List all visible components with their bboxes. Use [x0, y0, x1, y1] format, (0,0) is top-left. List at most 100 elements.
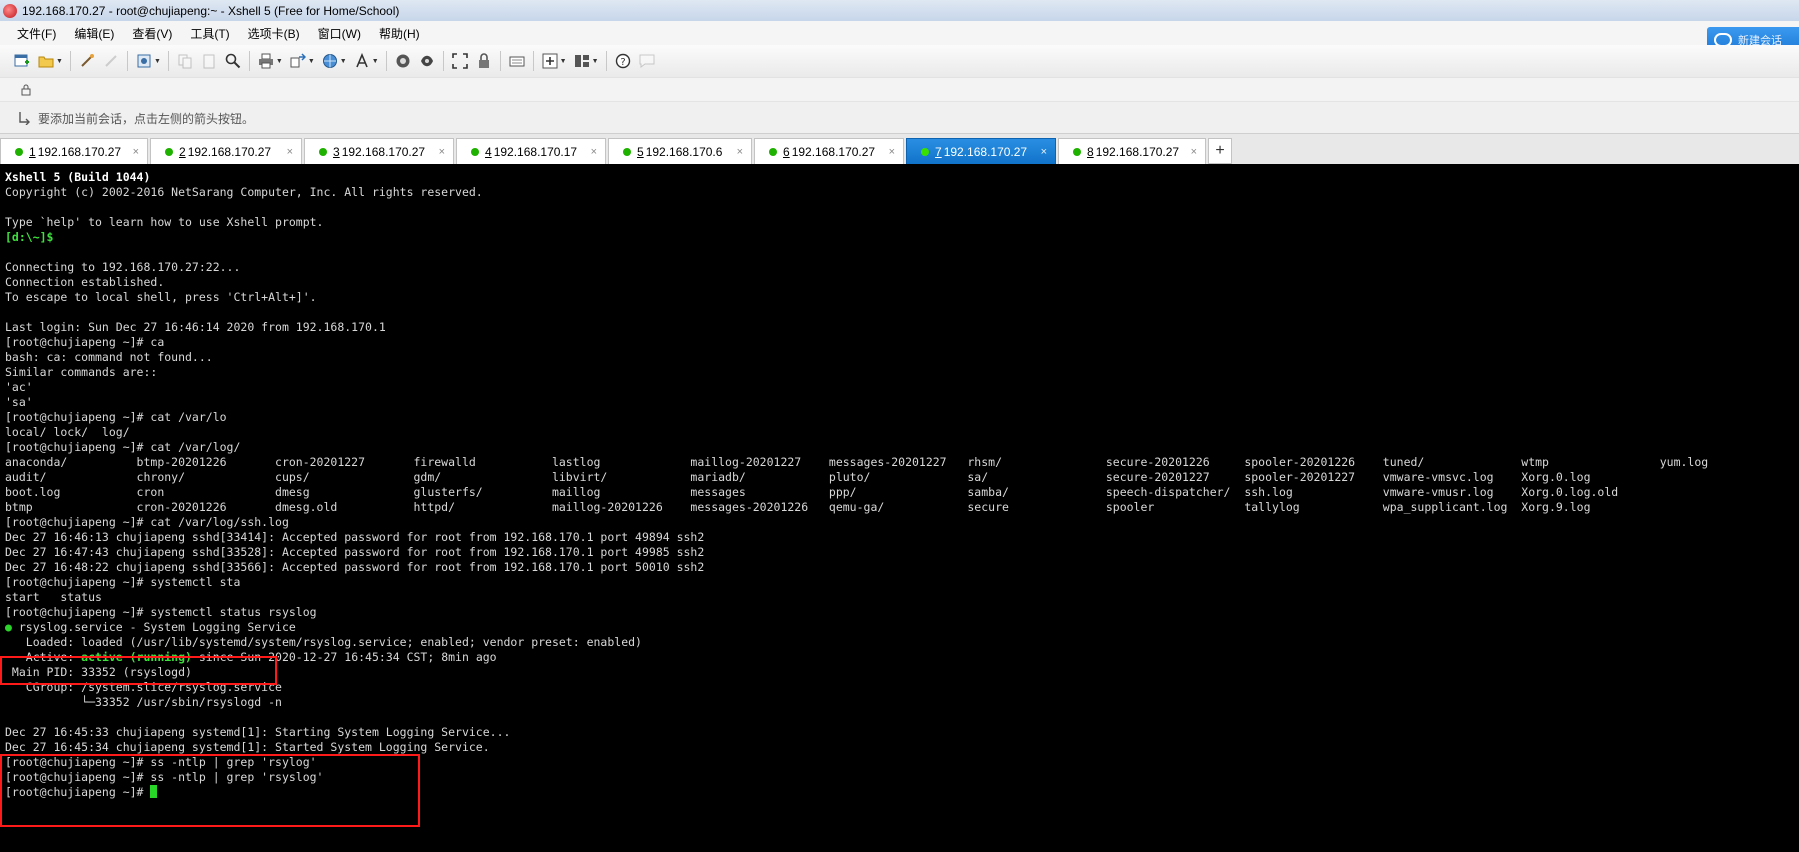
terminal-line: Dec 27 16:45:33 chujiapeng systemd[1]: S… [5, 725, 511, 739]
svg-text:?: ? [620, 57, 625, 68]
terminal[interactable]: Xshell 5 (Build 1044) Copyright (c) 2002… [0, 164, 1799, 852]
terminal-line: Copyright (c) 2002-2016 NetSarang Comput… [5, 185, 483, 199]
terminal-line: 'sa' [5, 395, 33, 409]
connected-status-icon [165, 148, 173, 156]
copy-icon[interactable] [176, 52, 194, 70]
title-bar: 192.168.170.27 - root@chujiapeng:~ - Xsh… [0, 0, 1799, 21]
new-tab-button[interactable]: + [1208, 138, 1232, 164]
close-icon[interactable]: × [287, 146, 293, 158]
close-icon[interactable]: × [591, 146, 597, 158]
terminal-line: anaconda/ btmp-20201226 cron-20201227 fi… [5, 455, 1709, 469]
tab-session-2[interactable]: 2 192.168.170.27 × [150, 138, 302, 165]
terminal-line: [root@chujiapeng ~]# cat /var/log/ssh.lo… [5, 515, 289, 529]
toolbar-divider [385, 51, 387, 71]
toolbar-divider [532, 51, 534, 71]
tab-session-3[interactable]: 3 192.168.170.27 × [304, 138, 454, 165]
transfer-icon[interactable] [289, 52, 307, 70]
terminal-line: Connecting to 192.168.170.27:22... [5, 260, 241, 274]
close-icon[interactable]: × [889, 146, 895, 158]
terminal-line: local/ lock/ log/ [5, 425, 130, 439]
chevron-down-icon[interactable]: ▼ [154, 58, 161, 65]
add-button-icon[interactable] [541, 52, 559, 70]
connected-status-icon [623, 148, 631, 156]
terminal-line: Dec 27 16:48:22 chujiapeng sshd[33566]: … [5, 560, 705, 574]
toolbar-divider [605, 51, 607, 71]
close-icon[interactable]: × [1041, 146, 1047, 158]
terminal-line: [root@chujiapeng ~]# cat /var/log/ [5, 440, 241, 454]
menu-window[interactable]: 窗口(W) [309, 25, 370, 42]
service-status-dot-icon: ● [5, 620, 12, 634]
lock-icon[interactable] [475, 52, 493, 70]
connected-status-icon [1073, 148, 1081, 156]
paste-icon[interactable] [200, 52, 218, 70]
globe-icon[interactable] [321, 52, 339, 70]
terminal-line: rsyslog.service - System Logging Service [11, 620, 296, 634]
local-prompt: [d:\~]$ [5, 230, 54, 244]
terminal-line: btmp cron-20201226 dmesg.old httpd/ mail… [5, 500, 1591, 514]
terminal-line: To escape to local shell, press 'Ctrl+Al… [5, 290, 317, 304]
chevron-down-icon[interactable]: ▼ [56, 58, 63, 65]
menu-bar: 文件(F) 编辑(E) 查看(V) 工具(T) 选项卡(B) 窗口(W) 帮助(… [0, 21, 1799, 45]
tab-session-6[interactable]: 6 192.168.170.27 × [754, 138, 904, 165]
font-icon[interactable] [353, 52, 371, 70]
chevron-down-icon[interactable]: ▼ [560, 58, 567, 65]
chevron-down-icon[interactable]: ▼ [276, 58, 283, 65]
toolbar-divider [248, 51, 250, 71]
menu-help[interactable]: 帮助(H) [370, 25, 429, 42]
terminal-line: [root@chujiapeng ~]# cat /var/lo [5, 410, 227, 424]
tab-session-1[interactable]: 1 192.168.170.27 × [0, 138, 148, 165]
layout-icon[interactable] [573, 52, 591, 70]
menu-edit[interactable]: 编辑(E) [65, 25, 123, 42]
properties-icon[interactable] [135, 52, 153, 70]
print-icon[interactable] [257, 52, 275, 70]
chevron-down-icon[interactable]: ▼ [592, 58, 599, 65]
help-icon[interactable]: ? [614, 52, 632, 70]
add-session-arrow-icon[interactable] [18, 111, 32, 125]
new-session-icon[interactable] [13, 52, 31, 70]
terminal-line: boot.log cron dmesg glusterfs/ maillog m… [5, 485, 1619, 499]
terminal-line: Dec 27 16:47:43 chujiapeng sshd[33528]: … [5, 545, 705, 559]
close-icon[interactable]: × [1191, 146, 1197, 158]
terminal-line: [root@chujiapeng ~]# systemctl status rs… [5, 605, 317, 619]
chat-icon[interactable] [638, 52, 656, 70]
chevron-down-icon[interactable]: ▼ [372, 58, 379, 65]
fullscreen-icon[interactable] [451, 52, 469, 70]
tab-session-8[interactable]: 8 192.168.170.27 × [1058, 138, 1206, 165]
connected-status-icon [769, 148, 777, 156]
open-folder-icon[interactable] [37, 52, 55, 70]
menu-tools[interactable]: 工具(T) [181, 25, 238, 42]
menu-view[interactable]: 查看(V) [123, 25, 181, 42]
disconnect-icon[interactable] [102, 52, 120, 70]
terminal-line: └─33352 /usr/sbin/rsyslogd -n [5, 695, 282, 709]
close-icon[interactable]: × [133, 146, 139, 158]
close-icon[interactable]: × [737, 146, 743, 158]
terminal-line: Last login: Sun Dec 27 16:46:14 2020 fro… [5, 320, 386, 334]
menu-tabs[interactable]: 选项卡(B) [239, 25, 309, 42]
connect-icon[interactable] [78, 52, 96, 70]
address-bar[interactable] [0, 77, 1799, 102]
terminal-line: Type `help' to learn how to use Xshell p… [5, 215, 324, 229]
menu-file[interactable]: 文件(F) [8, 25, 65, 42]
tab-session-4[interactable]: 4 192.168.170.17 × [456, 138, 606, 165]
xftp-icon[interactable] [394, 52, 412, 70]
terminal-line: bash: ca: command not found... [5, 350, 213, 364]
tab-session-7[interactable]: 7 192.168.170.27 × [906, 138, 1056, 165]
toolbar-divider [499, 51, 501, 71]
terminal-line: Loaded: loaded (/usr/lib/systemd/system/… [5, 635, 642, 649]
connected-status-icon [15, 148, 23, 156]
hint-text: 要添加当前会话，点击左侧的箭头按钮。 [38, 111, 255, 126]
toolbar-divider [126, 51, 128, 71]
terminal-line: audit/ chrony/ cups/ gdm/ libvirt/ maria… [5, 470, 1591, 484]
address-lock-icon [21, 84, 31, 96]
xmanager-icon[interactable] [418, 52, 436, 70]
tab-session-5[interactable]: 5 192.168.170.6 × [608, 138, 752, 165]
terminal-line: Connection established. [5, 275, 165, 289]
find-icon[interactable] [224, 52, 242, 70]
keyboard-icon[interactable] [508, 52, 526, 70]
chevron-down-icon[interactable]: ▼ [308, 58, 315, 65]
toolbar-divider [442, 51, 444, 71]
chevron-down-icon[interactable]: ▼ [340, 58, 347, 65]
close-icon[interactable]: × [439, 146, 445, 158]
xshell-app-icon[interactable] [3, 3, 17, 18]
window-title: 192.168.170.27 - root@chujiapeng:~ - Xsh… [22, 3, 400, 18]
